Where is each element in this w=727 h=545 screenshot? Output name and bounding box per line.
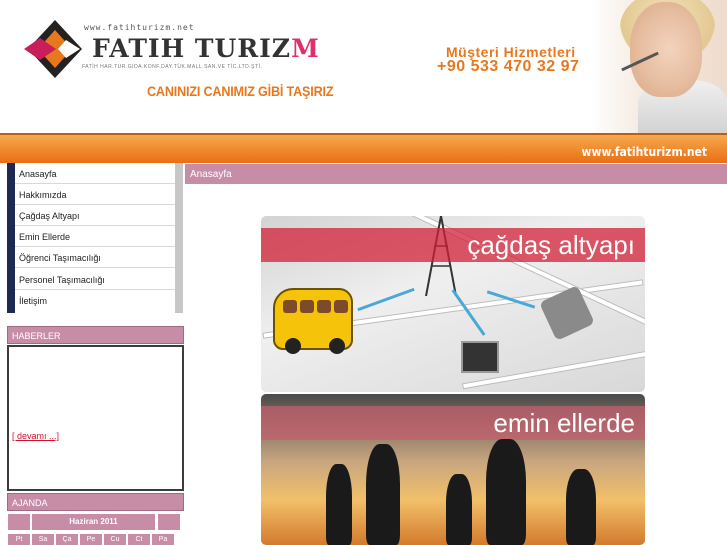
agenda-box-title: AJANDA [7, 493, 184, 511]
sidebar-menu: Anasayfa Hakkımızda Çağdaş Altyapı Emin … [7, 163, 183, 313]
orange-url-band: www.fatihturizm.net [0, 133, 727, 163]
family-silhouette [366, 444, 400, 545]
news-box-title: HABERLER [7, 326, 184, 344]
calendar-month-label: Haziran 2011 [32, 514, 155, 530]
calendar-day-header: Sa [32, 534, 54, 545]
slogan: CANINIZI CANIMIZ GİBİ TAŞIRIZ [147, 83, 334, 99]
menu-item-hakkimizda[interactable]: Hakkımızda [15, 184, 175, 205]
page-title: Anasayfa [185, 164, 727, 184]
customer-service-phone: +90 533 470 32 97 [437, 58, 580, 75]
logo-diamond-icon [24, 20, 82, 78]
arrow-icon [357, 287, 415, 312]
news-more-link[interactable]: [ devamı ...] [12, 431, 59, 441]
menu-item-anasayfa[interactable]: Anasayfa [15, 163, 175, 184]
logo-url-text: www.fatihturizm.net [84, 23, 195, 32]
news-box: [ devamı ...] [7, 345, 184, 491]
site-header: www.fatihturizm.net FATIH TURIZM FATİH H… [0, 0, 727, 133]
menu-item-personel-tasimaciligi[interactable]: Personel Taşımacılığı [15, 269, 175, 290]
company-legal-name: FATİH HAR.TUR.GIDA.KONF.DAY.TÜK.MALL.SAN… [82, 64, 263, 70]
calendar-day-header: Pa [152, 534, 174, 545]
banner-safe-hands: emin ellerde [261, 394, 645, 545]
logo-brand-name: FATIH TURIZM [92, 34, 320, 63]
arrow-icon [451, 289, 486, 336]
calendar-day-header: Ça [56, 534, 78, 545]
call-center-agent-photo [590, 0, 727, 133]
band-site-url: www.fatihturizm.net [581, 145, 707, 159]
calendar-day-header: Cu [104, 534, 126, 545]
menu-item-emin-ellerde[interactable]: Emin Ellerde [15, 226, 175, 247]
family-silhouette [326, 464, 352, 545]
calendar-next-month-button[interactable] [158, 514, 180, 530]
family-silhouette [566, 469, 596, 545]
family-silhouette [486, 439, 526, 545]
family-silhouette [446, 474, 472, 545]
agenda-calendar: Haziran 2011 Pt Sa Ça Pe Cu Ct Pa [7, 512, 184, 545]
menu-item-iletisim[interactable]: İletişim [15, 290, 175, 311]
banner-caption: çağdaş altyapı [261, 228, 645, 262]
calendar-day-header: Ct [128, 534, 150, 545]
menu-item-ogrenci-tasimaciligi[interactable]: Öğrenci Taşımacılığı [15, 247, 175, 268]
school-bus-icon [273, 288, 353, 354]
banner-caption: emin ellerde [261, 406, 645, 440]
calendar-day-header: Pe [80, 534, 102, 545]
banner-modern-infrastructure: çağdaş altyapı [261, 216, 645, 392]
sidebar-stripe [7, 163, 15, 313]
laptop-icon [461, 341, 499, 373]
calendar-prev-month-button[interactable] [8, 514, 30, 530]
menu-item-cagdas-altyapi[interactable]: Çağdaş Altyapı [15, 205, 175, 226]
calendar-day-header: Pt [8, 534, 30, 545]
